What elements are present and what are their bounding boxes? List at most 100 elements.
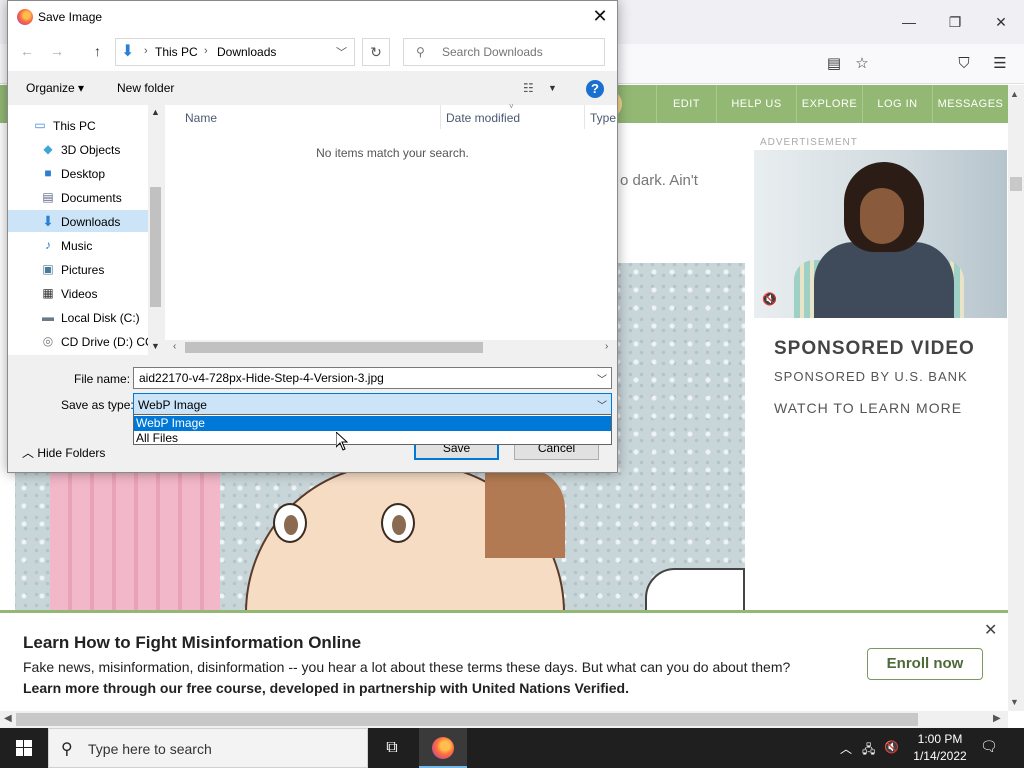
page-vertical-scroll-thumb[interactable] [1010, 177, 1022, 191]
clock-date[interactable]: 1/14/2022 [910, 749, 970, 763]
search-input[interactable] [442, 45, 597, 59]
column-header-name[interactable]: Name [185, 111, 217, 125]
search-box[interactable]: ⚲ [403, 38, 605, 66]
forward-arrow-icon[interactable]: → [50, 43, 64, 59]
pictures-icon: ▣ [42, 262, 54, 276]
refresh-button[interactable]: ↻ [362, 38, 390, 66]
pocket-icon[interactable]: ⛉ [954, 54, 974, 74]
organize-button[interactable]: Organize ▾ [26, 81, 84, 95]
tray-chevron-up-icon[interactable]: ︿ [840, 740, 852, 757]
music-icon: ♪ [45, 238, 51, 252]
windows-logo-icon [16, 740, 32, 756]
up-arrow-icon[interactable]: ↑ [94, 43, 101, 59]
nav-edit[interactable]: EDIT [656, 85, 716, 123]
empty-message: No items match your search. [316, 146, 469, 160]
nav-item-desktop[interactable]: ■ Desktop [8, 162, 148, 184]
nav-item-3d-objects[interactable]: ◆ 3D Objects [8, 138, 148, 160]
taskbar-search-placeholder: Type here to search [88, 741, 212, 757]
network-icon[interactable]: 🖧 [862, 740, 875, 761]
breadcrumb-this-pc[interactable]: This PC [155, 45, 198, 59]
banner-text: Fake news, misinformation, disinformatio… [23, 659, 791, 675]
column-header-date-modified[interactable]: Date modified [446, 111, 520, 125]
type-option-webp[interactable]: WebP Image [134, 416, 611, 431]
reader-view-icon[interactable]: ▤ [824, 54, 844, 74]
firefox-taskbar-button[interactable] [419, 728, 467, 768]
notifications-icon[interactable]: 🗨 [980, 738, 1000, 758]
help-icon[interactable]: ? [586, 80, 604, 98]
address-bar[interactable]: ⬇ › This PC › Downloads ﹀ [115, 38, 355, 66]
nav-messages[interactable]: MESSAGES [932, 85, 1008, 123]
file-name-input[interactable] [139, 371, 579, 385]
volume-muted-icon[interactable]: 🔇 [884, 740, 899, 754]
chevron-down-icon[interactable]: ﹀ [597, 397, 607, 412]
breadcrumb-downloads[interactable]: Downloads [217, 45, 276, 59]
dialog-title: Save Image [38, 10, 103, 24]
minimize-icon[interactable]: — [894, 10, 924, 34]
view-options-icon[interactable]: ☷ [523, 81, 534, 95]
page-vertical-scrollbar[interactable]: ▲ ▼ [1008, 85, 1024, 711]
page-horizontal-scroll-thumb[interactable] [16, 713, 918, 726]
chevron-up-icon: ︿ [22, 446, 38, 460]
banner-text-bold: Learn more through our free course, deve… [23, 680, 629, 696]
nav-item-pictures[interactable]: ▣ Pictures [8, 258, 148, 280]
column-header-type[interactable]: Type [590, 111, 616, 125]
nav-pane-scroll-thumb[interactable] [150, 187, 161, 307]
navigation-pane: ▭ This PC ◆ 3D Objects ■ Desktop ▤ Docum… [8, 105, 163, 355]
file-list-pane: Name ˅ Date modified Type No items match… [165, 102, 617, 355]
nav-pane-scrollbar[interactable]: ▲ ▼ [148, 105, 163, 355]
hair-illustration [485, 468, 565, 558]
task-view-icon[interactable]: ⧉ [372, 728, 412, 768]
bookmark-star-icon[interactable]: ☆ [852, 54, 872, 74]
ad-cta[interactable]: WATCH TO LEARN MORE [774, 400, 962, 416]
file-name-combobox[interactable]: ﹀ [133, 367, 612, 389]
chevron-right-icon[interactable]: › [144, 45, 148, 57]
menu-icon[interactable]: ☰ [990, 54, 1010, 74]
eye-illustration [273, 503, 307, 543]
pc-icon: ▭ [34, 118, 46, 132]
nav-item-documents[interactable]: ▤ Documents [8, 186, 148, 208]
chevron-down-icon[interactable]: ﹀ [597, 371, 607, 386]
nav-item-music[interactable]: ♪ Music [8, 234, 148, 256]
page-horizontal-scrollbar[interactable]: ◀ ▶ [0, 711, 1008, 728]
taskbar: ⚲ Type here to search ⧉ ︿ 🖧 🔇 1:00 PM 1/… [0, 728, 1024, 768]
ad-label: ADVERTISEMENT [760, 137, 858, 148]
nav-item-local-disk[interactable]: ▬ Local Disk (C:) [8, 306, 148, 328]
start-button[interactable] [0, 728, 48, 768]
taskbar-search[interactable]: ⚲ Type here to search [48, 728, 368, 768]
nav-item-this-pc[interactable]: ▭ This PC [8, 114, 148, 136]
mute-icon[interactable]: 🔇 [762, 292, 777, 306]
dialog-titlebar: Save Image ✕ [8, 1, 617, 33]
file-list-scroll-thumb[interactable] [185, 342, 483, 353]
nav-item-downloads[interactable]: ⬇ Downloads [8, 210, 148, 232]
chevron-down-icon[interactable]: ▼ [548, 83, 557, 93]
chevron-down-icon[interactable]: ﹀ [336, 44, 347, 60]
banner-close-icon[interactable]: ✕ [984, 623, 1000, 639]
close-window-icon[interactable]: ✕ [986, 10, 1016, 34]
enroll-now-button[interactable]: Enroll now [867, 648, 983, 680]
back-arrow-icon[interactable]: ← [20, 43, 34, 59]
new-folder-button[interactable]: New folder [117, 81, 174, 95]
nav-explore[interactable]: EXPLORE [796, 85, 862, 123]
nav-item-videos[interactable]: ▦ Videos [8, 282, 148, 304]
nav-log-in[interactable]: LOG IN [862, 85, 932, 123]
hide-folders-button[interactable]: ︿ Hide Folders [22, 444, 105, 461]
ad-video[interactable]: 🔇 [754, 150, 1007, 318]
chevron-right-icon[interactable]: › [204, 45, 208, 57]
clock-time[interactable]: 1:00 PM [910, 732, 970, 746]
ad-title: SPONSORED VIDEO [774, 338, 975, 359]
type-option-all-files[interactable]: All Files [134, 431, 611, 446]
ad-copy[interactable]: SPONSORED VIDEO SPONSORED BY U.S. BANK W… [754, 318, 1007, 433]
restore-icon[interactable]: ❐ [940, 10, 970, 34]
file-name-label: File name: [74, 372, 131, 386]
search-icon: ⚲ [61, 741, 73, 758]
nav-help-us[interactable]: HELP US [716, 85, 796, 123]
cube-icon: ◆ [43, 142, 53, 156]
save-as-type-select[interactable]: WebP Image ﹀ [133, 393, 612, 415]
firefox-icon [17, 9, 33, 25]
disk-icon: ▬ [42, 310, 54, 324]
article-text: o dark. Ain't [620, 172, 698, 189]
dialog-close-icon[interactable]: ✕ [588, 5, 612, 29]
nav-item-cd-drive[interactable]: ◎ CD Drive (D:) CC [8, 330, 154, 352]
file-list-scrollbar[interactable]: ‹ › [165, 340, 617, 355]
sort-indicator-icon: ˅ [509, 102, 514, 111]
